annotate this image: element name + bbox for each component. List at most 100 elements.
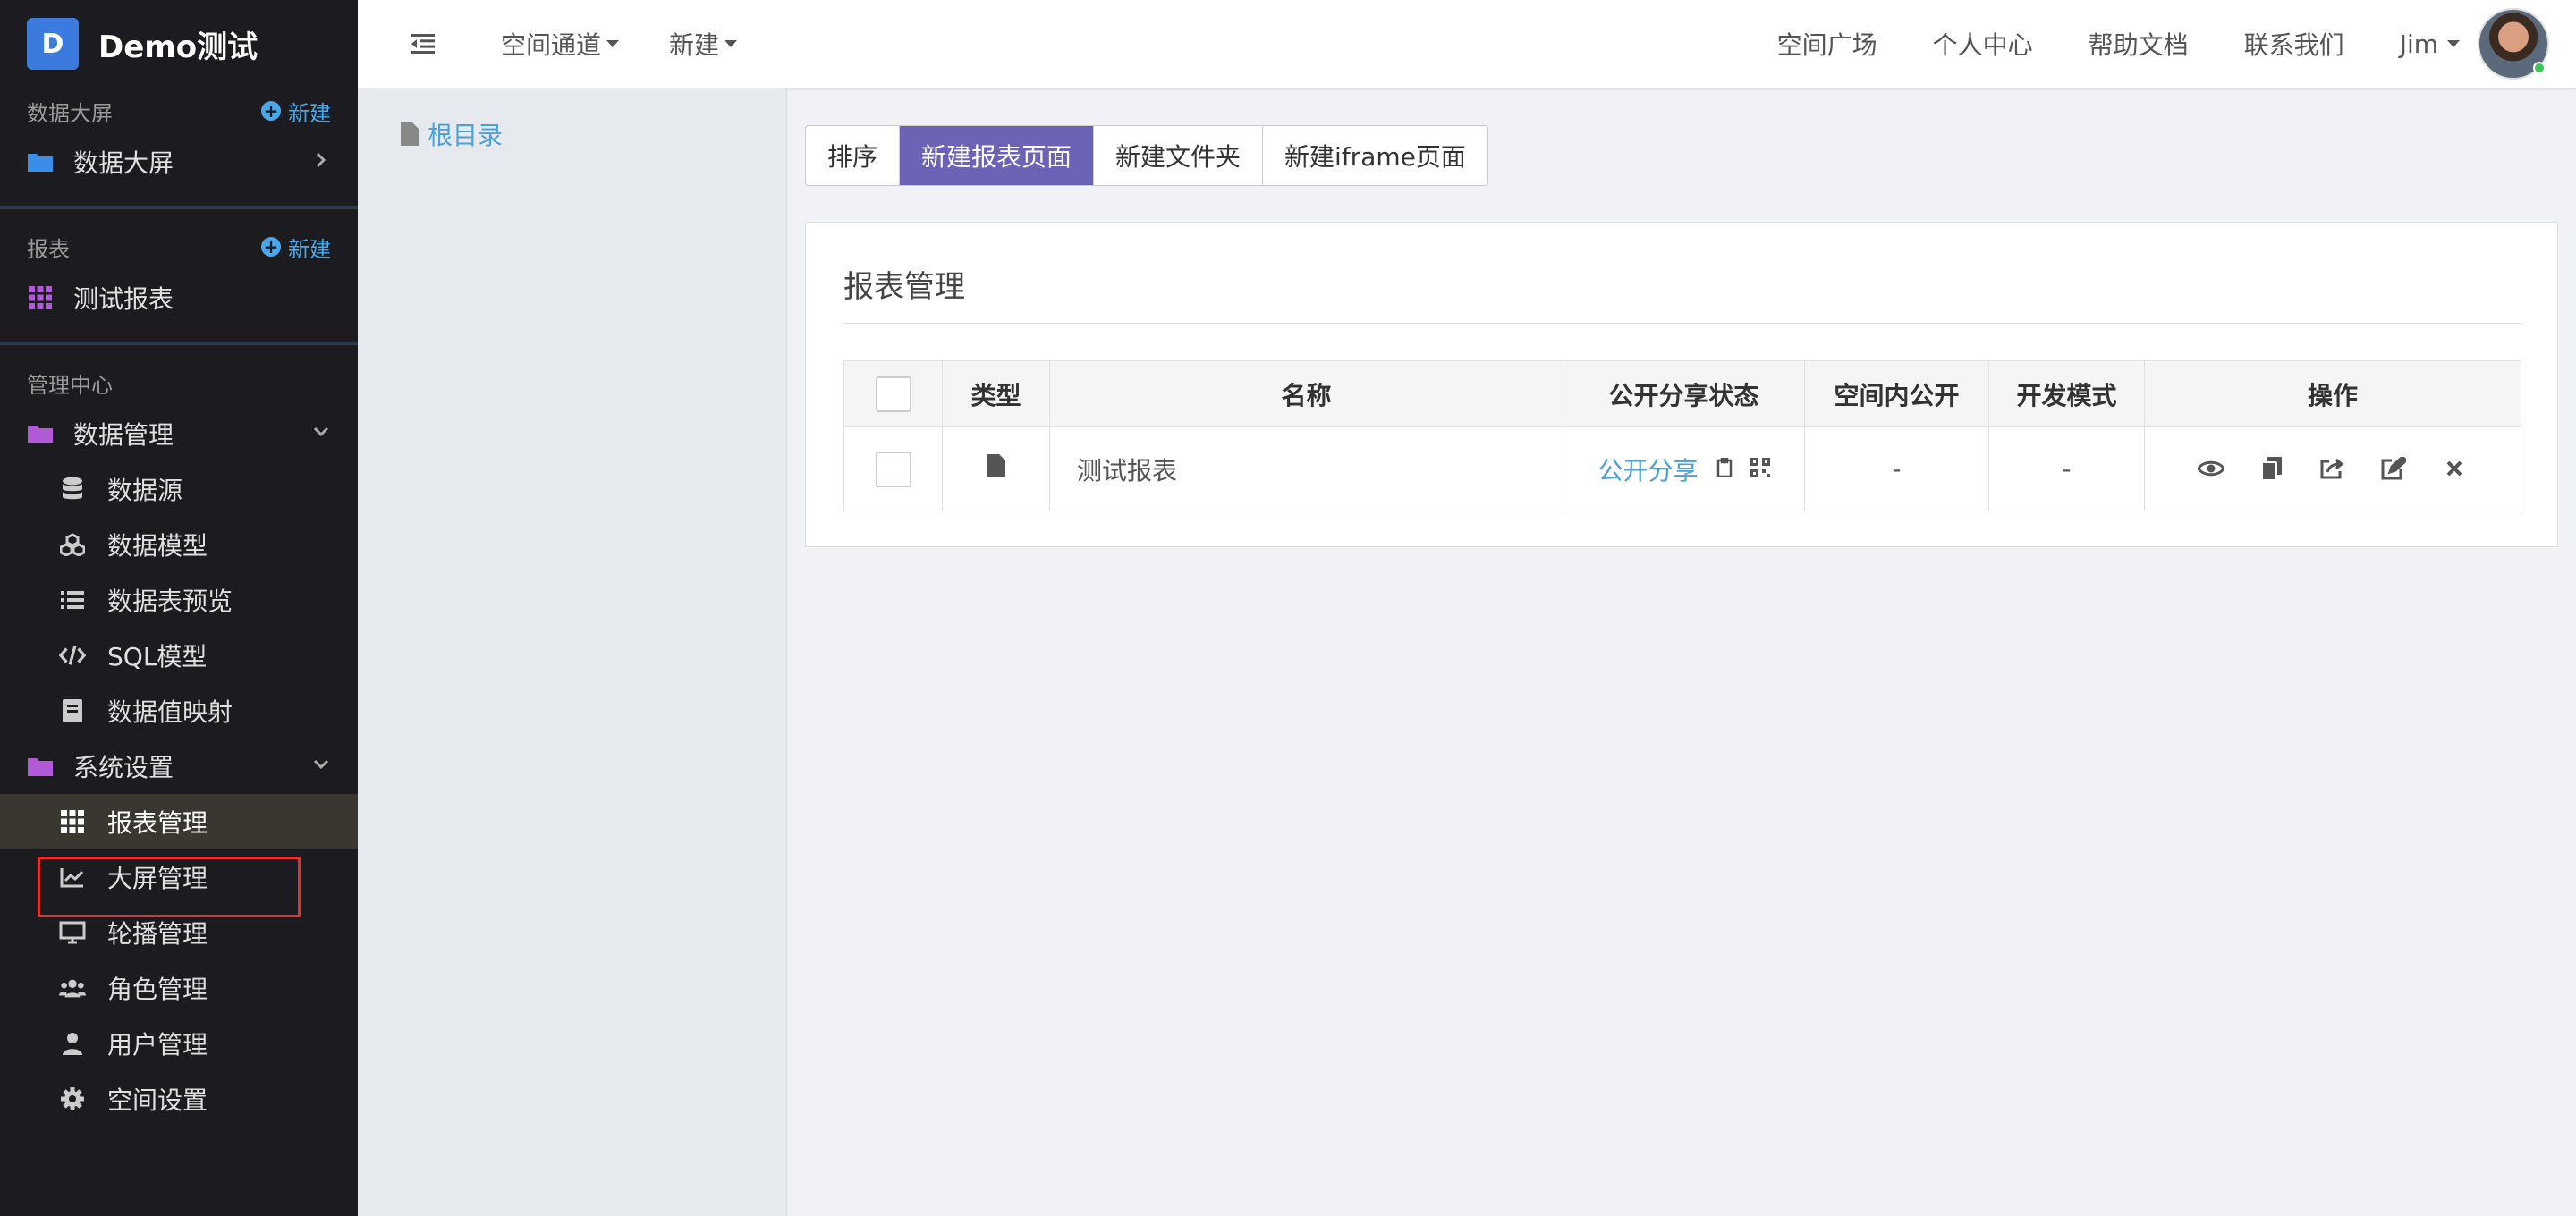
folder-icon bbox=[27, 148, 54, 175]
edit-icon[interactable] bbox=[2380, 455, 2407, 482]
divider bbox=[0, 342, 358, 345]
divider bbox=[0, 206, 358, 209]
sidebar-item-label: SQL模型 bbox=[107, 642, 208, 671]
database-icon bbox=[59, 476, 86, 502]
new-iframe-button[interactable]: 新建iframe页面 bbox=[1263, 126, 1487, 185]
divider bbox=[843, 323, 2521, 324]
row-select-cell bbox=[843, 426, 943, 511]
link-space-square[interactable]: 空间广场 bbox=[1777, 26, 1877, 62]
brand-logo: D bbox=[27, 18, 79, 70]
file-icon bbox=[987, 454, 1005, 484]
caret-down-icon bbox=[2447, 40, 2460, 47]
sidebar-item-label: 数据源 bbox=[107, 476, 183, 505]
folder-tree: 根目录 bbox=[358, 88, 787, 1216]
col-space-public: 空间内公开 bbox=[1804, 360, 1989, 427]
topbar: 空间通道 新建 空间广场 个人中心 帮助文档 联系我们 Jim bbox=[358, 0, 2576, 88]
folder-icon bbox=[27, 420, 54, 447]
select-all-checkbox[interactable] bbox=[875, 376, 911, 412]
sidebar-item-user-mgmt[interactable]: 用户管理 bbox=[0, 1016, 358, 1071]
plus-circle-icon: + bbox=[261, 101, 281, 121]
panel-title: 报表管理 bbox=[843, 269, 965, 305]
qrcode-icon[interactable] bbox=[1750, 454, 1770, 484]
share-cell: 公开分享 bbox=[1563, 426, 1805, 511]
col-type: 类型 bbox=[942, 360, 1050, 427]
chevron-down-icon bbox=[311, 755, 331, 774]
sidebar-item-test-report[interactable]: 测试报表 bbox=[0, 270, 358, 325]
sidebar: D Demo测试 数据大屏 + 新建 数据大屏 报表 + 新建 测试报表 管理中心 … bbox=[0, 0, 358, 1216]
col-dev-mode: 开发模式 bbox=[1988, 360, 2145, 427]
user-menu[interactable]: Jim bbox=[2400, 30, 2460, 59]
sidebar-item-space-settings[interactable]: 空间设置 bbox=[0, 1071, 358, 1127]
share-icon[interactable] bbox=[2319, 455, 2346, 482]
monitor-icon bbox=[59, 919, 86, 946]
brand-name: Demo测试 bbox=[98, 29, 258, 65]
section-title: 管理中心 bbox=[27, 372, 113, 398]
clipboard-icon[interactable] bbox=[1716, 454, 1733, 484]
sidebar-item-label: 数据大屏 bbox=[73, 148, 174, 178]
sidebar-item-label: 角色管理 bbox=[107, 975, 208, 1004]
user-icon bbox=[59, 1030, 86, 1057]
row-checkbox[interactable] bbox=[875, 451, 911, 487]
space-channel-dropdown[interactable]: 空间通道 bbox=[501, 26, 620, 62]
new-screen-button[interactable]: + 新建 bbox=[261, 96, 331, 127]
highlight-box bbox=[38, 857, 301, 917]
sidebar-item-data-mgmt[interactable]: 数据管理 bbox=[0, 406, 358, 461]
new-label: 新建 bbox=[288, 236, 331, 262]
gear-icon bbox=[59, 1085, 86, 1112]
eye-icon[interactable] bbox=[2198, 455, 2224, 482]
new-report-button[interactable]: + 新建 bbox=[261, 232, 331, 263]
copy-icon[interactable] bbox=[2258, 455, 2285, 482]
file-icon bbox=[401, 122, 419, 146]
select-all-cell bbox=[843, 360, 943, 427]
link-contact-us[interactable]: 联系我们 bbox=[2244, 26, 2344, 62]
user-name: Jim bbox=[2399, 29, 2438, 59]
plus-circle-icon: + bbox=[261, 237, 281, 257]
sidebar-item-sys-settings[interactable]: 系统设置 bbox=[0, 739, 358, 794]
tree-root[interactable]: 根目录 bbox=[401, 116, 786, 152]
dev-mode-cell: - bbox=[1988, 426, 2145, 511]
table-header-row: 类型 名称 公开分享状态 空间内公开 开发模式 操作 bbox=[843, 360, 2521, 427]
sidebar-item-label: 轮播管理 bbox=[107, 919, 208, 949]
folder-icon bbox=[27, 753, 54, 780]
sort-button[interactable]: 排序 bbox=[806, 126, 901, 185]
new-dropdown[interactable]: 新建 bbox=[669, 26, 738, 62]
sidebar-item-sql-model[interactable]: SQL模型 bbox=[0, 628, 358, 683]
sidebar-item-report-mgmt[interactable]: 报表管理 bbox=[0, 794, 358, 849]
sidebar-item-label: 系统设置 bbox=[73, 753, 174, 782]
cubes-icon bbox=[59, 531, 86, 558]
sidebar-item-label: 测试报表 bbox=[73, 284, 174, 314]
brand[interactable]: D Demo测试 bbox=[0, 0, 358, 88]
sidebar-item-datasource[interactable]: 数据源 bbox=[0, 461, 358, 517]
sidebar-item-label: 报表管理 bbox=[107, 808, 208, 838]
sidebar-item-screen[interactable]: 数据大屏 bbox=[0, 134, 358, 190]
report-name: 测试报表 bbox=[1049, 426, 1563, 511]
sidebar-toggle-icon[interactable] bbox=[411, 30, 438, 57]
new-report-page-button[interactable]: 新建报表页面 bbox=[900, 126, 1095, 185]
new-label: 新建 bbox=[288, 100, 331, 126]
public-share-link[interactable]: 公开分享 bbox=[1597, 452, 1698, 487]
topbar-right: 空间广场 个人中心 帮助文档 联系我们 Jim bbox=[1777, 0, 2576, 88]
sidebar-item-label: 空间设置 bbox=[107, 1085, 208, 1115]
avatar[interactable] bbox=[2478, 8, 2549, 80]
sidebar-item-table-preview[interactable]: 数据表预览 bbox=[0, 572, 358, 628]
link-personal-center[interactable]: 个人中心 bbox=[1933, 26, 2033, 62]
link-help-docs[interactable]: 帮助文档 bbox=[2089, 26, 2189, 62]
caret-down-icon bbox=[724, 40, 738, 47]
users-icon bbox=[59, 975, 86, 1001]
close-icon[interactable] bbox=[2441, 455, 2468, 482]
tree-root-label: 根目录 bbox=[428, 121, 504, 150]
sidebar-item-value-mapping[interactable]: 数据值映射 bbox=[0, 683, 358, 739]
table-row: 测试报表 公开分享 - - bbox=[843, 426, 2521, 511]
section-header-screen: 数据大屏 + 新建 bbox=[0, 88, 358, 134]
sidebar-item-label: 用户管理 bbox=[107, 1030, 208, 1060]
dropdown-label: 空间通道 bbox=[501, 30, 602, 60]
section-header-report: 报表 + 新建 bbox=[0, 224, 358, 270]
list-icon bbox=[59, 587, 86, 613]
sidebar-item-role-mgmt[interactable]: 角色管理 bbox=[0, 960, 358, 1016]
dropdown-label: 新建 bbox=[669, 30, 720, 60]
sidebar-item-data-model[interactable]: 数据模型 bbox=[0, 517, 358, 572]
new-folder-button[interactable]: 新建文件夹 bbox=[1094, 126, 1264, 185]
col-name: 名称 bbox=[1049, 360, 1563, 427]
report-table: 类型 名称 公开分享状态 空间内公开 开发模式 操作 测试报表 公开分享 - - bbox=[843, 360, 2521, 511]
toolbar: 排序 新建报表页面 新建文件夹 新建iframe页面 bbox=[805, 125, 1488, 186]
